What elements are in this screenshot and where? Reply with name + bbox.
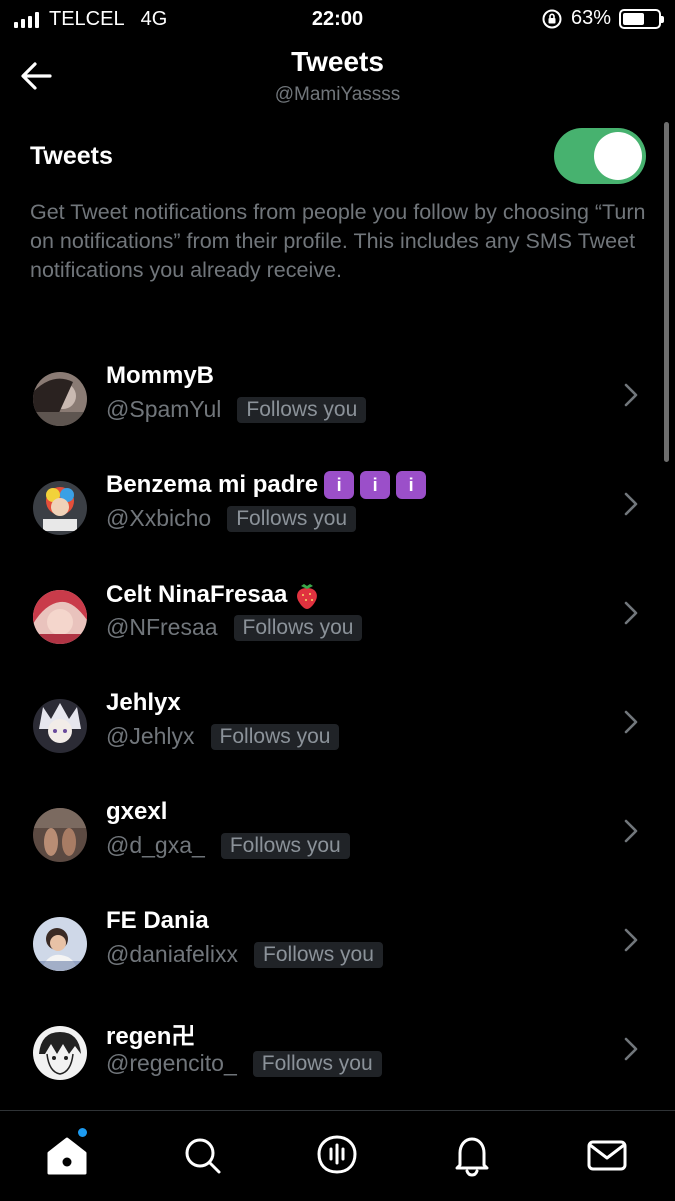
strawberry-emoji-icon	[297, 584, 318, 609]
account-handle: @MamiYassss	[274, 84, 401, 105]
spaces-icon	[317, 1135, 357, 1174]
follows-you-badge: Follows you	[233, 614, 363, 641]
list-item[interactable]: gxexl @d_gxa_ Follows you	[0, 784, 675, 893]
user-name: Celt NinaFresaa	[106, 580, 321, 610]
user-handle: @d_gxa_	[106, 832, 205, 858]
list-item[interactable]: FE Dania @daniafelixx Follows you	[0, 893, 675, 1002]
avatar	[33, 808, 87, 862]
list-item[interactable]: MommyB @SpamYul Follows you	[0, 348, 675, 457]
handle-line: @Xxbicho Follows you	[106, 505, 357, 532]
status-bar: TELCEL 4G 22:00 63%	[0, 0, 675, 38]
handle-line: @NFresaa Follows you	[106, 614, 363, 641]
handle-line: @Jehlyx Follows you	[106, 723, 340, 750]
tab-home[interactable]	[37, 1125, 97, 1185]
user-handle: @daniafelixx	[106, 941, 239, 967]
header: Tweets @MamiYassss	[0, 40, 675, 112]
tab-search[interactable]	[172, 1125, 232, 1185]
follows-you-badge: Follows you	[252, 1050, 382, 1077]
user-handle: @SpamYul	[106, 396, 222, 422]
tab-spaces[interactable]	[307, 1125, 367, 1185]
chevron-right-icon	[624, 1037, 638, 1061]
handle-line: @d_gxa_ Follows you	[106, 832, 350, 859]
avatar	[33, 372, 87, 426]
handle-line: @daniafelixx Follows you	[106, 941, 383, 968]
follows-you-badge: Follows you	[254, 941, 383, 968]
chevron-right-icon	[624, 819, 638, 843]
list-item[interactable]: Benzema mi padre i i i @Xxbicho Follows …	[0, 457, 675, 566]
user-handle: @Jehlyx	[106, 723, 195, 749]
follows-you-badge: Follows you	[210, 723, 340, 750]
orientation-lock-icon	[542, 9, 562, 28]
user-name: FE Dania	[106, 907, 209, 934]
user-name: MommyB	[106, 362, 215, 389]
avatar	[33, 1026, 87, 1080]
page-title: Tweets	[291, 46, 384, 77]
chevron-right-icon	[624, 383, 638, 407]
user-handle: @NFresaa	[106, 614, 218, 640]
chevron-right-icon	[624, 492, 638, 516]
search-icon	[185, 1138, 221, 1174]
chevron-right-icon	[624, 601, 638, 625]
follows-you-badge: Follows you	[237, 396, 367, 423]
handle-line: @SpamYul Follows you	[106, 396, 367, 423]
information-emoji-icon: i	[324, 471, 355, 499]
information-emoji-icon: i	[396, 471, 427, 499]
home-icon	[47, 1137, 87, 1175]
tweets-setting-label: Tweets	[30, 142, 113, 170]
list-item[interactable]: Jehlyx @Jehlyx Follows you	[0, 675, 675, 784]
user-name: regen卍	[106, 1023, 196, 1050]
home-notification-dot	[78, 1128, 87, 1137]
battery-percent: 63%	[570, 7, 611, 29]
follows-you-badge: Follows you	[220, 832, 350, 859]
avatar	[33, 699, 87, 753]
chevron-right-icon	[624, 928, 638, 952]
avatar	[33, 481, 87, 535]
user-handle: @Xxbicho	[106, 505, 212, 531]
user-name: Jehlyx	[106, 689, 181, 716]
user-handle: @regencito_	[106, 1050, 237, 1076]
list-item[interactable]: regen卍 @regencito_ Follows you	[0, 1002, 675, 1111]
tab-bar	[0, 1110, 675, 1201]
follows-you-badge: Follows you	[227, 505, 357, 532]
setting-description: Get Tweet notifications from people you …	[30, 200, 646, 282]
battery-icon	[619, 8, 664, 29]
tab-notifications[interactable]	[442, 1125, 502, 1185]
user-name: Benzema mi padre i i i	[106, 471, 427, 499]
status-right-group: 63%	[541, 7, 664, 30]
chevron-right-icon	[624, 710, 638, 734]
messages-icon	[587, 1140, 627, 1171]
user-name: gxexl	[106, 798, 168, 825]
tweets-toggle[interactable]	[554, 128, 646, 184]
avatar	[33, 917, 87, 971]
notifications-icon	[455, 1137, 489, 1177]
information-emoji-icon: i	[360, 471, 391, 499]
tab-messages[interactable]	[577, 1125, 637, 1185]
handle-line: @regencito_ Follows you	[106, 1050, 382, 1077]
avatar	[33, 590, 87, 644]
list-item[interactable]: Celt NinaFresaa @NFresaa Follows you	[0, 566, 675, 675]
toggle-knob	[594, 132, 642, 180]
